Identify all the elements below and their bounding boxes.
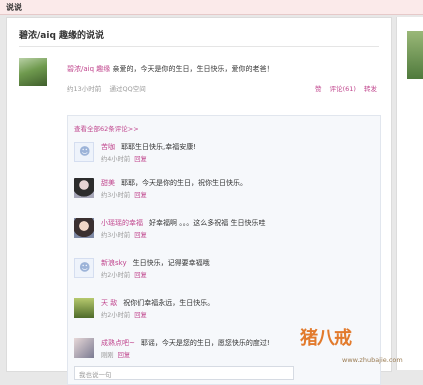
comment-item: ☻ 新浪sky 生日快乐，记得要幸福哦 约2小时前 回复: [74, 256, 374, 286]
post-author-link[interactable]: 碧浓/aiq 趣缘: [67, 65, 110, 73]
commenter-avatar[interactable]: [74, 298, 94, 318]
commenter-avatar[interactable]: [74, 338, 94, 358]
commenter-avatar[interactable]: ☻: [74, 258, 94, 278]
comment-item: 小瑶瑶的幸福 好幸福啊 。。。这么多祝福 生日快乐哇 约3小时前 回复: [74, 216, 374, 246]
watermark-url: www.zhubajie.com: [342, 356, 403, 364]
comment-time: 约2小时前: [101, 312, 131, 319]
comment-text: 耶谣，今天是您的生日，愿您快乐的度过!: [140, 339, 270, 347]
sidebar-thumbnail[interactable]: [407, 31, 423, 79]
comment-item: ☻ 苦咖 耶耶生日快乐,幸福安康! 约4小时前 回复: [74, 140, 374, 170]
comment-button[interactable]: 评论(61): [330, 85, 356, 93]
forward-button[interactable]: 转发: [364, 85, 377, 93]
post-text: 亲爱的，今天是你的生日，生日快乐，爱你的老爸！: [112, 65, 274, 73]
top-bar: 说说: [0, 0, 423, 15]
commenter-name[interactable]: 成熟点吧~: [101, 339, 135, 347]
comment-time: 约3小时前: [101, 192, 131, 199]
commenter-name[interactable]: 甜美: [101, 179, 115, 187]
person-silhouette-icon: ☻: [79, 145, 91, 158]
reply-link[interactable]: 回复: [134, 272, 147, 279]
view-all-comments-link[interactable]: 查看全部62条评论>>: [74, 123, 139, 133]
person-silhouette-icon: ☻: [79, 261, 91, 274]
comment-text: 耶耶生日快乐,幸福安康!: [121, 143, 197, 151]
watermark-logo: 猪八戒: [300, 328, 352, 349]
post-actions: 赞 评论(61) 转发: [309, 83, 377, 93]
comment-text: 祝你们幸福永远，生日快乐。: [123, 299, 215, 307]
top-bar-title: 说说: [6, 3, 22, 12]
commenter-avatar[interactable]: [74, 218, 94, 238]
comment-text: 生日快乐，记得要幸福哦: [132, 259, 210, 267]
commenter-name[interactable]: 天 敌: [101, 299, 117, 307]
post-source: 通过QQ空间: [109, 85, 146, 93]
right-sidebar: [396, 17, 423, 370]
watermark: 猪八戒 www.zhubajie.com: [292, 322, 420, 368]
reply-link[interactable]: 回复: [134, 192, 147, 199]
reply-input-placeholder: 我也说一句: [79, 371, 112, 379]
comment-time: 刚刚: [101, 352, 114, 359]
commenter-name[interactable]: 小瑶瑶的幸福: [101, 219, 143, 227]
reply-link[interactable]: 回复: [134, 312, 147, 319]
commenter-avatar[interactable]: [74, 178, 94, 198]
commenter-name[interactable]: 新浪sky: [101, 259, 127, 267]
comment-text: 耶耶，今天是你的生日，祝你生日快乐。: [121, 179, 247, 187]
like-button[interactable]: 赞: [315, 85, 322, 93]
divider: [19, 46, 379, 47]
reply-link[interactable]: 回复: [134, 232, 147, 239]
comment-time: 约3小时前: [101, 232, 131, 239]
reply-link[interactable]: 回复: [118, 352, 131, 359]
author-avatar[interactable]: [19, 58, 47, 86]
shuoshuo-panel: 碧浓/aiq 趣缘的说说 碧浓/aiq 趣缘 亲爱的，今天是你的生日，生日快乐，…: [6, 17, 392, 385]
page-title: 碧浓/aiq 趣缘的说说: [19, 31, 105, 41]
comment-time: 约4小时前: [101, 156, 131, 163]
commenter-name[interactable]: 苦咖: [101, 143, 115, 151]
reply-input[interactable]: 我也说一句: [74, 366, 294, 380]
reply-link[interactable]: 回复: [134, 156, 147, 163]
comment-time: 约2小时前: [101, 272, 131, 279]
post-meta: 约13小时前 通过QQ空间 赞 评论(61) 转发: [67, 83, 377, 93]
commenter-avatar[interactable]: ☻: [74, 142, 94, 162]
post-time: 约13小时前: [67, 85, 102, 93]
post-body: 碧浓/aiq 趣缘 亲爱的，今天是你的生日，生日快乐，爱你的老爸！: [67, 64, 382, 74]
comment-item: 甜美 耶耶，今天是你的生日，祝你生日快乐。 约3小时前 回复: [74, 176, 374, 206]
comment-text: 好幸福啊 。。。这么多祝福 生日快乐哇: [149, 219, 266, 227]
